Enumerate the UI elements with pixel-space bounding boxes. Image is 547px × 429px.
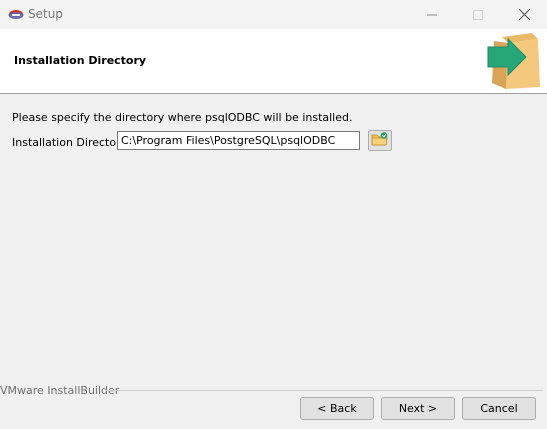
cancel-button[interactable]: Cancel [462,397,536,420]
title-bar: Setup [0,0,547,29]
box-arrow-icon [486,31,546,91]
window-title: Setup [28,7,63,21]
app-icon [8,8,24,20]
header-panel: Installation Directory [0,29,547,94]
next-button[interactable]: Next > [381,397,455,420]
minimize-button[interactable] [409,0,455,29]
close-button[interactable] [501,0,547,29]
folder-browse-icon [371,131,389,150]
browse-button[interactable] [368,130,392,151]
installation-directory-label: Installation Directory [12,136,128,149]
footer-divider [106,390,543,391]
page-title: Installation Directory [14,54,147,67]
back-button[interactable]: < Back [300,397,374,420]
maximize-button[interactable] [455,0,501,29]
instruction-text: Please specify the directory where psqlO… [12,111,353,124]
installer-brand: VMware InstallBuilder [0,384,120,397]
installation-directory-input[interactable] [117,131,360,150]
